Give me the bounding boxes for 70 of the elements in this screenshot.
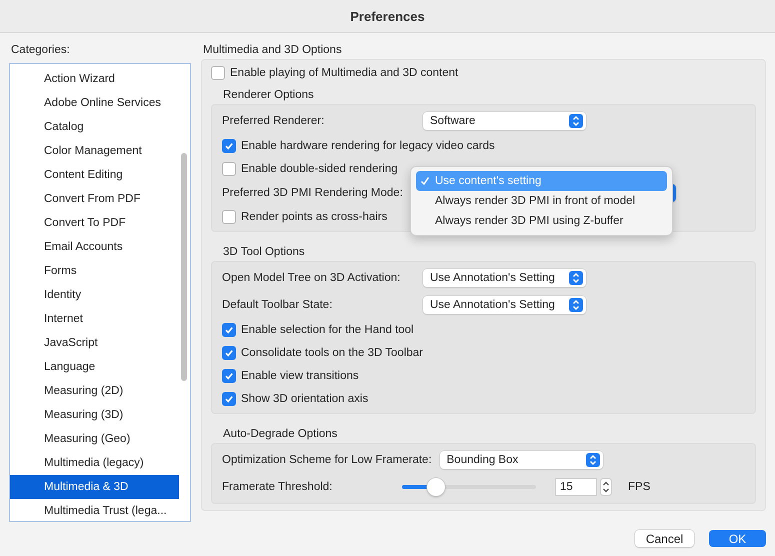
- category-item[interactable]: Content Editing: [10, 163, 179, 187]
- unit-label: FPS: [628, 480, 650, 492]
- window-title: Preferences: [350, 8, 425, 24]
- checkbox-label: Enable double-sided rendering: [241, 162, 398, 174]
- category-item[interactable]: Adobe Online Services: [10, 91, 179, 115]
- checkbox-label: Enable view transitions: [241, 370, 359, 382]
- dropdown[interactable]: Bounding Box: [440, 450, 603, 468]
- checkbox-label: Show 3D orientation axis: [241, 392, 368, 404]
- dropdown[interactable]: Software: [423, 112, 586, 130]
- category-item[interactable]: Convert From PDF: [10, 187, 179, 211]
- category-item[interactable]: Internet: [10, 307, 179, 331]
- field-label: Open Model Tree on 3D Activation:: [222, 272, 402, 284]
- stepper-icon: [569, 114, 583, 128]
- group-title: 3D Tool Options: [222, 245, 306, 260]
- checkbox-label: Enable playing of Multimedia and 3D content: [230, 66, 458, 78]
- stepper-icon: [569, 298, 583, 312]
- checkbox[interactable]: [222, 346, 236, 360]
- slider-thumb[interactable]: [426, 478, 444, 496]
- category-item[interactable]: Measuring (3D): [10, 403, 179, 427]
- checkbox[interactable]: [222, 138, 236, 152]
- category-item[interactable]: Action Wizard: [10, 67, 179, 91]
- category-item[interactable]: Identity: [10, 283, 179, 307]
- category-item[interactable]: JavaScript: [10, 331, 179, 355]
- category-item[interactable]: Measuring (2D): [10, 379, 179, 403]
- checkbox-label: Enable hardware rendering for legacy video cards: [241, 140, 495, 152]
- dropdown[interactable]: Use Annotation's Setting: [423, 268, 586, 286]
- checkbox[interactable]: [222, 162, 236, 176]
- category-item[interactable]: Multimedia & 3D: [10, 475, 179, 499]
- group-title: Auto-Degrade Options: [222, 427, 338, 442]
- stepper-icon[interactable]: [600, 478, 612, 496]
- category-item[interactable]: Convert To PDF: [10, 211, 179, 235]
- cancel-button[interactable]: Cancel: [635, 530, 694, 547]
- check-icon: [224, 348, 234, 358]
- stepper-icon: [569, 270, 583, 284]
- checkbox[interactable]: [222, 322, 236, 336]
- category-item[interactable]: Catalog: [10, 115, 179, 139]
- scrollbar-thumb[interactable]: [181, 153, 187, 381]
- section-heading: Multimedia and 3D Options: [202, 43, 343, 58]
- checkbox[interactable]: [211, 66, 225, 80]
- check-icon: [224, 394, 234, 404]
- number-field[interactable]: 15: [555, 478, 597, 496]
- checkbox-label: Render points as cross-hairs: [241, 210, 388, 222]
- field-label: Framerate Threshold:: [222, 480, 334, 492]
- category-item[interactable]: Forms: [10, 259, 179, 283]
- checkbox[interactable]: [222, 392, 236, 406]
- check-icon: [420, 176, 430, 186]
- checkbox-label: Consolidate tools on the 3D Toolbar: [241, 346, 423, 358]
- category-item[interactable]: Multimedia (legacy): [10, 451, 179, 475]
- check-icon: [224, 370, 234, 380]
- category-item[interactable]: Color Management: [10, 139, 179, 163]
- dropdown[interactable]: Use Annotation's Setting: [423, 296, 586, 314]
- field-label: Default Toolbar State:: [222, 298, 334, 310]
- category-item[interactable]: Multimedia Trust (lega...: [10, 499, 179, 521]
- category-item[interactable]: Language: [10, 355, 179, 379]
- checkbox[interactable]: [222, 368, 236, 382]
- menu-option[interactable]: Always render 3D PMI using Z-buffer: [416, 211, 667, 231]
- checkbox-label: Enable selection for the Hand tool: [241, 324, 414, 336]
- check-icon: [224, 140, 234, 150]
- field-label: Preferred 3D PMI Rendering Mode:: [222, 186, 404, 198]
- ok-button[interactable]: OK: [709, 530, 766, 547]
- category-item[interactable]: Measuring (Geo): [10, 427, 179, 451]
- category-item[interactable]: Email Accounts: [10, 235, 179, 259]
- field-label: Preferred Renderer:: [222, 114, 326, 126]
- check-icon: [224, 324, 234, 334]
- categories-label: Categories:: [10, 43, 71, 58]
- group-title: Renderer Options: [222, 88, 315, 103]
- checkbox[interactable]: [222, 210, 236, 224]
- menu-option[interactable]: Always render 3D PMI in front of model: [416, 191, 667, 211]
- field-label: Optimization Scheme for Low Framerate:: [222, 454, 433, 466]
- stepper-icon: [586, 452, 600, 466]
